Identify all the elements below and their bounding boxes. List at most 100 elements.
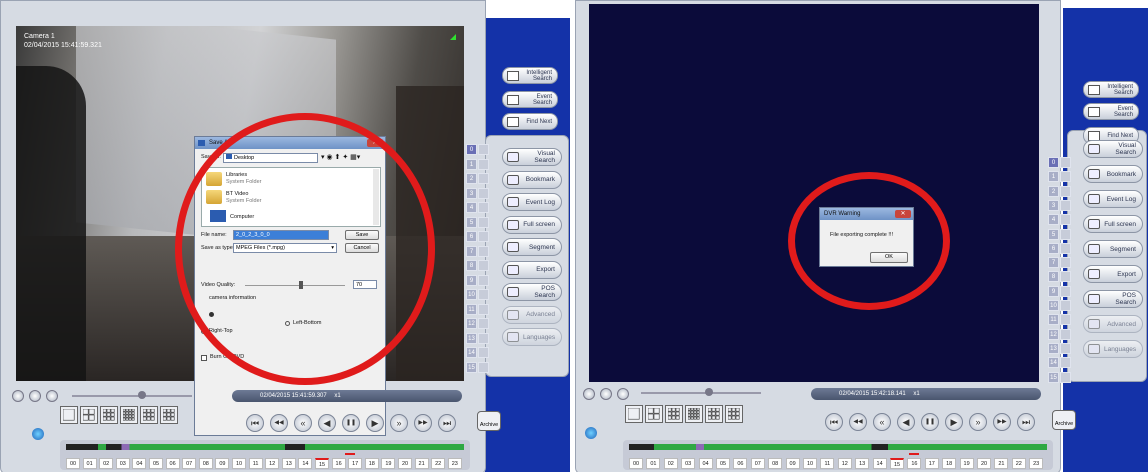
channel-toggle[interactable] — [478, 202, 489, 213]
channel-button[interactable]: 1 — [1048, 171, 1059, 183]
hour-label[interactable]: 12 — [265, 458, 280, 469]
channel-toggle[interactable] — [1060, 214, 1071, 226]
channel-toggle[interactable] — [1060, 199, 1071, 211]
hour-label[interactable]: 07 — [750, 458, 765, 469]
hour-label[interactable]: 00 — [66, 458, 80, 469]
volume-thumb[interactable] — [138, 391, 146, 399]
channel-button[interactable]: 15 — [466, 361, 477, 373]
channel-toggle[interactable] — [1060, 228, 1071, 240]
channel-toggle[interactable] — [478, 144, 489, 155]
hour-label[interactable]: 22 — [1011, 458, 1026, 469]
archive-button[interactable]: Archive — [1052, 410, 1076, 430]
audio-icon[interactable] — [583, 388, 595, 400]
hour-label[interactable]: 19 — [959, 458, 974, 469]
channel-button[interactable]: 8 — [466, 260, 477, 271]
channel-toggle[interactable] — [478, 332, 489, 344]
hour-label[interactable]: 10 — [803, 458, 817, 469]
channel-toggle[interactable] — [478, 231, 489, 242]
find-next-button[interactable]: Find Next — [502, 113, 558, 130]
hour-label[interactable]: 03 — [115, 458, 130, 469]
channel-button[interactable]: 2 — [1048, 185, 1059, 197]
channel-toggle[interactable] — [1060, 157, 1071, 168]
hour-label[interactable]: 18 — [942, 458, 957, 469]
hour-label[interactable]: 09 — [215, 458, 230, 469]
channel-button[interactable]: 11 — [1048, 314, 1059, 326]
volume-slider[interactable] — [641, 392, 761, 394]
pause-icon[interactable]: ❚❚ — [342, 414, 360, 432]
pos-search-button[interactable]: POS Search — [502, 283, 562, 301]
channel-toggle[interactable] — [478, 361, 489, 373]
pause-icon[interactable]: ❚❚ — [921, 413, 939, 431]
step-back-icon[interactable]: « — [294, 414, 312, 432]
hour-label[interactable]: 21 — [414, 458, 429, 469]
skip-end-icon[interactable]: ⏭ — [438, 414, 456, 432]
hour-label[interactable]: 01 — [82, 458, 97, 469]
channel-toggle[interactable] — [478, 187, 489, 199]
channel-toggle[interactable] — [478, 260, 489, 271]
channel-button[interactable]: 0 — [1048, 157, 1059, 168]
hour-label[interactable]: 23 — [1029, 458, 1044, 469]
hour-label[interactable]: 17 — [924, 458, 939, 469]
hour-label[interactable]: 00 — [629, 458, 643, 469]
channel-toggle[interactable] — [1060, 271, 1071, 283]
layout-2-icon[interactable] — [645, 405, 663, 423]
event-log-button[interactable]: Event Log — [1083, 190, 1143, 208]
channel-button[interactable]: 13 — [466, 332, 477, 344]
layout-1-icon[interactable] — [60, 406, 78, 424]
hour-label[interactable]: 06 — [165, 458, 180, 469]
channel-button[interactable]: 1 — [466, 158, 477, 170]
hour-label[interactable]: 09 — [785, 458, 800, 469]
channel-toggle[interactable] — [1060, 357, 1071, 369]
step-forward-icon[interactable]: » — [969, 413, 987, 431]
archive-button[interactable]: Archive — [477, 411, 501, 431]
hour-label[interactable]: 11 — [248, 458, 263, 469]
channel-button[interactable]: 0 — [466, 144, 477, 155]
fast-forward-icon[interactable]: ▶▶ — [414, 414, 432, 432]
channel-button[interactable]: 6 — [466, 231, 477, 242]
hour-label[interactable]: 19 — [381, 458, 396, 469]
reverse-play-icon[interactable]: ◀ — [318, 414, 336, 432]
bookmark-button[interactable]: Bookmark — [502, 170, 562, 189]
event-search-button[interactable]: Event Search — [502, 91, 558, 108]
hour-label[interactable]: 22 — [431, 458, 446, 469]
languages-button[interactable]: Languages — [502, 328, 562, 346]
hour-label[interactable]: 17 — [348, 458, 363, 469]
step-forward-icon[interactable]: » — [390, 414, 408, 432]
layout-1-icon[interactable] — [625, 405, 643, 423]
channel-button[interactable]: 14 — [466, 347, 477, 358]
channel-button[interactable]: 8 — [1048, 271, 1059, 283]
hour-label[interactable]: 15 — [315, 458, 329, 469]
export-button[interactable]: Export — [1083, 265, 1143, 283]
intelligent-search-button[interactable]: Intelligent Search — [502, 67, 558, 84]
hour-label[interactable]: 20 — [977, 458, 991, 469]
timeline-strip[interactable] — [66, 444, 464, 450]
hour-label[interactable]: 11 — [820, 458, 835, 469]
channel-toggle[interactable] — [1060, 342, 1071, 354]
full-screen-button[interactable]: Full screen — [1083, 215, 1143, 233]
channel-toggle[interactable] — [1060, 171, 1071, 183]
hour-label[interactable]: 13 — [281, 458, 296, 469]
hour-label[interactable]: 04 — [698, 458, 713, 469]
zoom-icon[interactable] — [600, 388, 612, 400]
channel-toggle[interactable] — [1060, 328, 1071, 340]
layout-2-icon[interactable] — [80, 406, 98, 424]
channel-button[interactable]: 15 — [1048, 371, 1059, 383]
visual-search-button[interactable]: Visual Search — [1083, 140, 1143, 158]
skip-start-icon[interactable]: ⏮ — [825, 413, 843, 431]
channel-toggle[interactable] — [478, 245, 489, 257]
ptz-icon[interactable] — [617, 388, 629, 400]
channel-toggle[interactable] — [1060, 257, 1071, 269]
volume-thumb[interactable] — [705, 388, 713, 396]
advanced-button[interactable]: Advanced — [1083, 315, 1143, 333]
hour-label[interactable]: 01 — [646, 458, 661, 469]
hour-label[interactable]: 05 — [716, 458, 730, 469]
hour-label[interactable]: 02 — [99, 458, 114, 469]
hour-label[interactable]: 03 — [681, 458, 696, 469]
languages-button[interactable]: Languages — [1083, 340, 1143, 358]
play-icon[interactable]: ▶ — [366, 414, 384, 432]
channel-toggle[interactable] — [478, 347, 489, 358]
channel-toggle[interactable] — [1060, 371, 1071, 383]
channel-button[interactable]: 13 — [1048, 342, 1059, 354]
channel-button[interactable]: 6 — [1048, 242, 1059, 254]
channel-button[interactable]: 7 — [466, 245, 477, 257]
